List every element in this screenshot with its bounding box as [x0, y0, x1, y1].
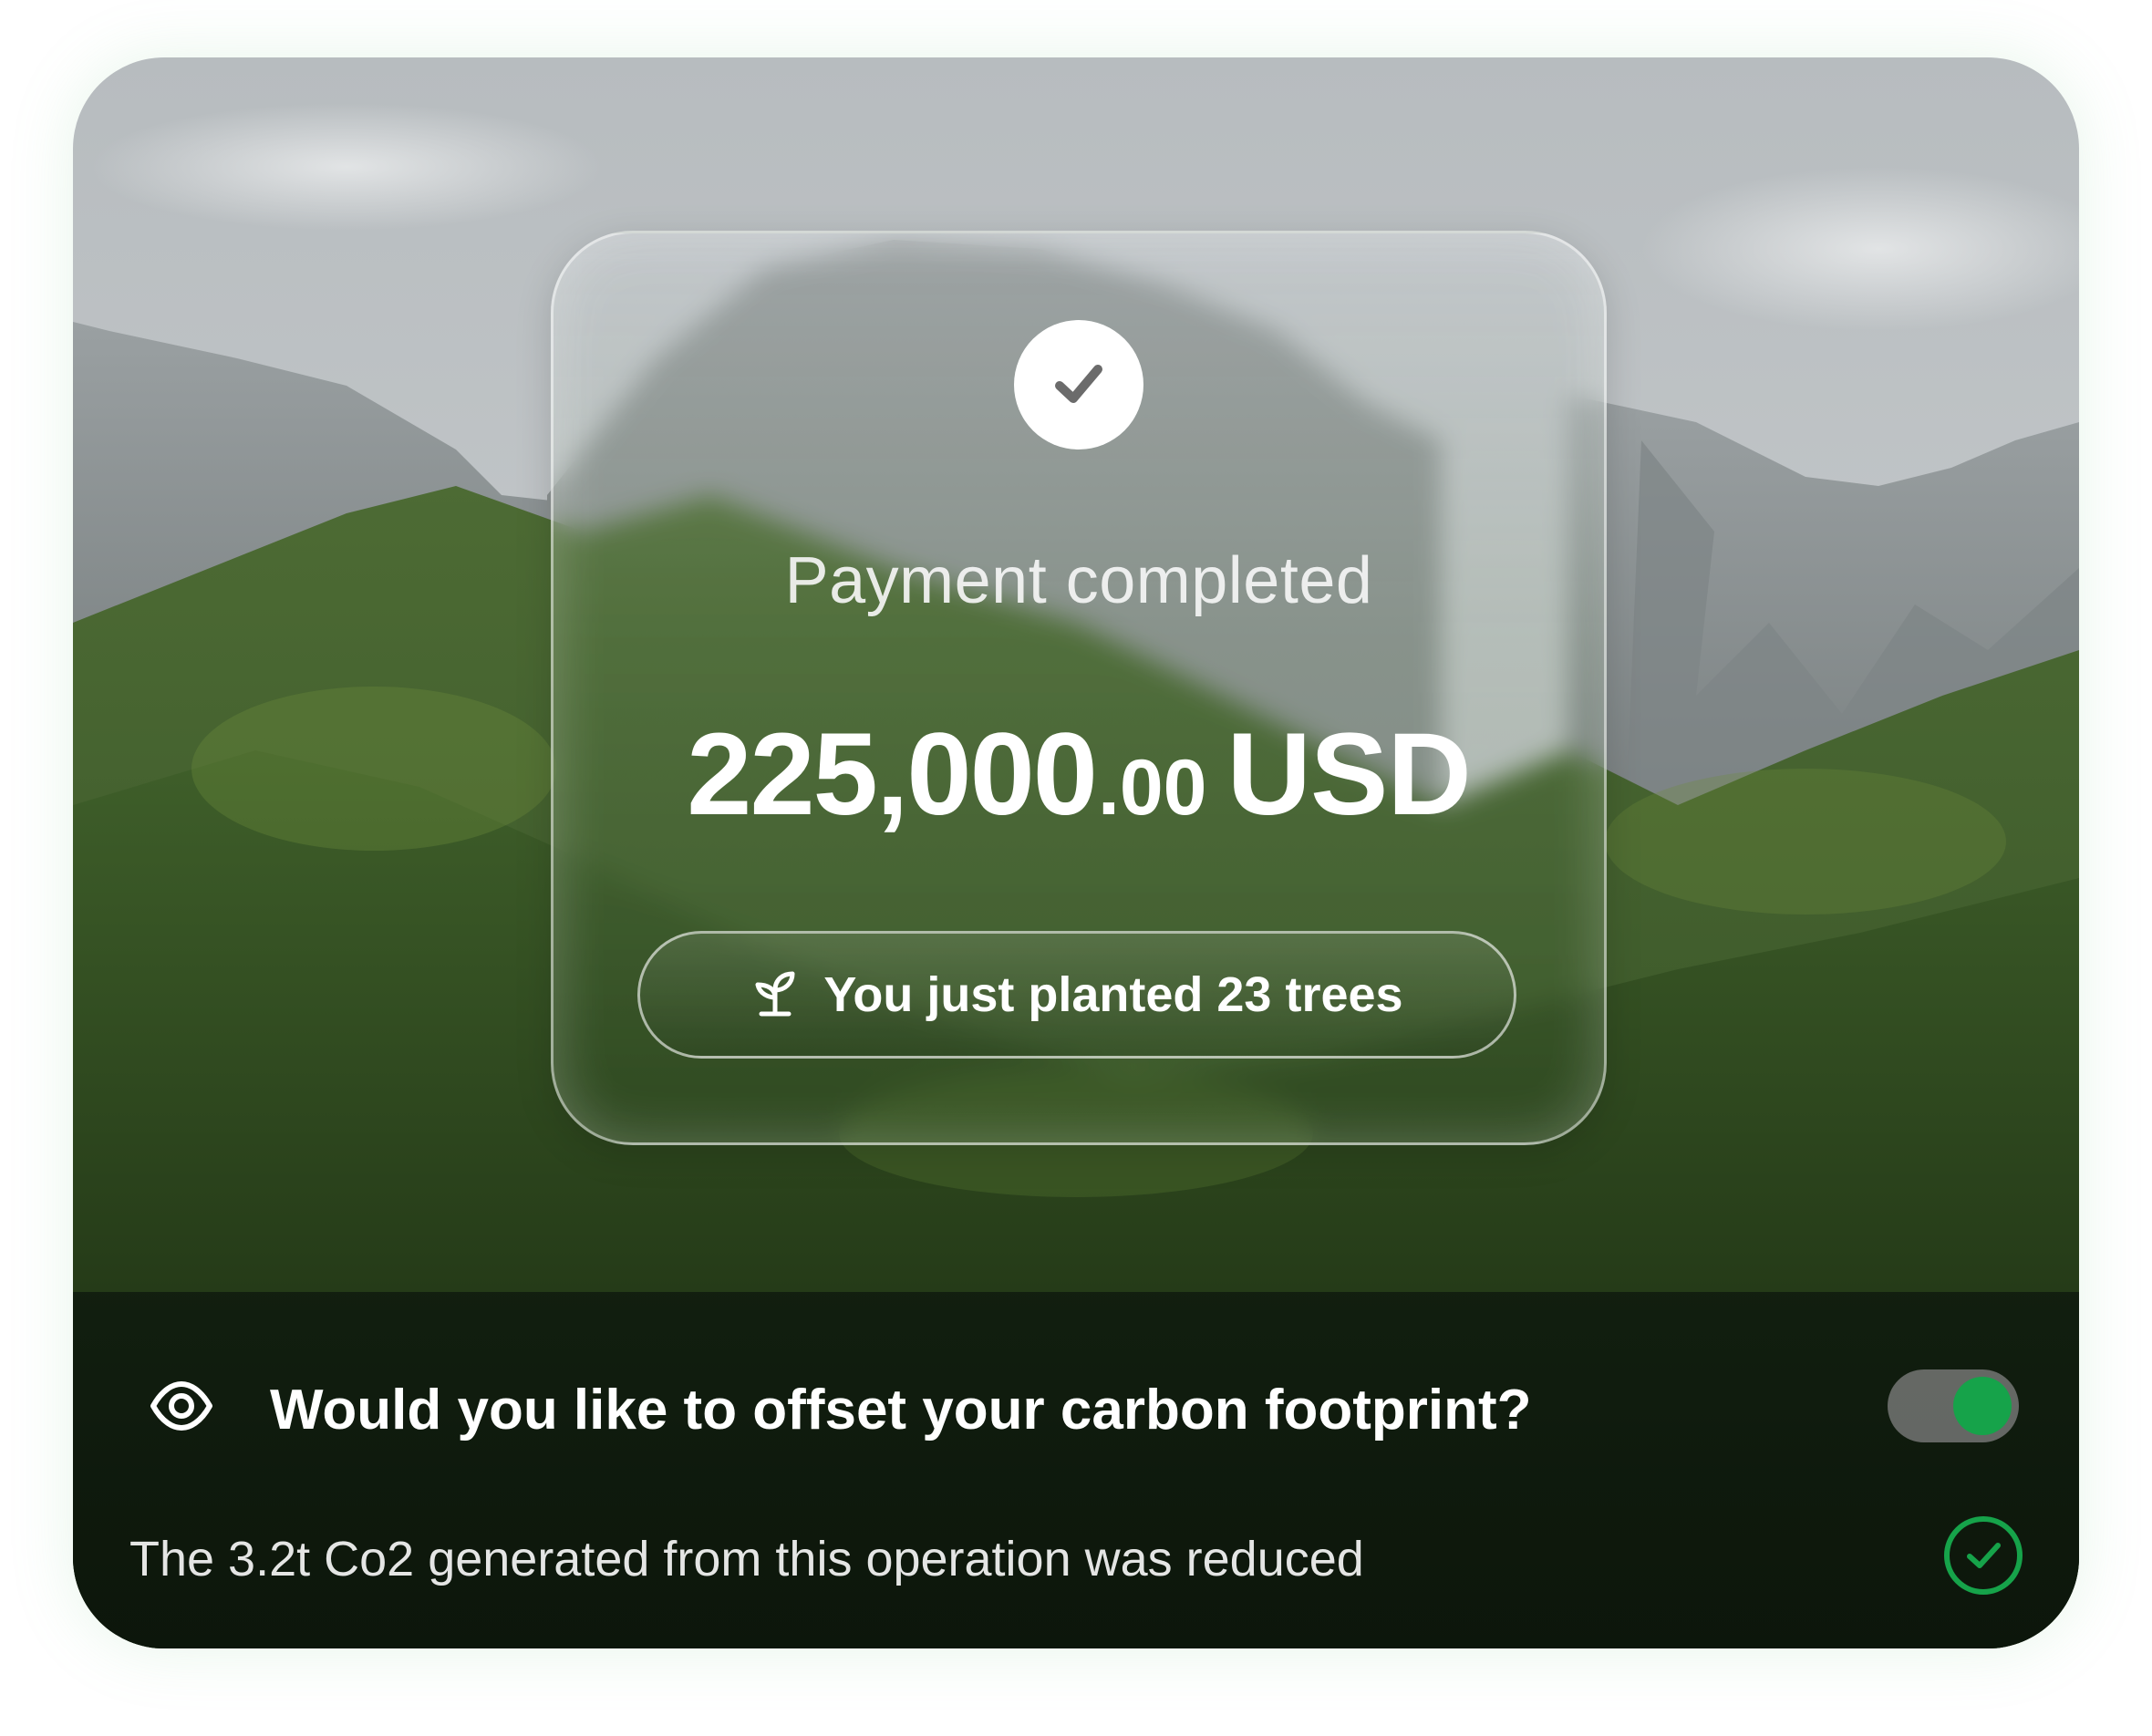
trees-planted-label: You just planted 23 trees: [823, 967, 1403, 1022]
sprout-icon: [755, 971, 795, 1017]
amount-major: 225,000: [687, 709, 1098, 840]
payment-status-title: Payment completed: [784, 544, 1373, 617]
carbon-offset-row: Would you like to offset your carbon foo…: [73, 1292, 2079, 1520]
trees-planted-badge: You just planted 23 trees: [637, 931, 1516, 1059]
success-check-icon: [1014, 320, 1143, 450]
payment-confirmation-panel: Payment completed 225,000.00 USD You just…: [551, 231, 1607, 1145]
carbon-reduced-text: The 3.2t Co2 generated from this operati…: [129, 1532, 1364, 1586]
carbon-offset-question: Would you like to offset your carbon foo…: [270, 1379, 1532, 1442]
amount-currency: USD: [1226, 709, 1472, 840]
toggle-knob: [1953, 1377, 2012, 1435]
carbon-offset-toggle[interactable]: [1888, 1369, 2019, 1442]
check-circle-icon: [1944, 1516, 2023, 1595]
payment-amount: 225,000.00 USD: [554, 708, 1604, 842]
carbon-offset-panel: Would you like to offset your carbon foo…: [73, 1292, 2079, 1648]
amount-minor: .00: [1097, 744, 1207, 832]
eye-icon: [150, 1381, 212, 1431]
payment-card: Payment completed 225,000.00 USD You just…: [73, 57, 2079, 1648]
